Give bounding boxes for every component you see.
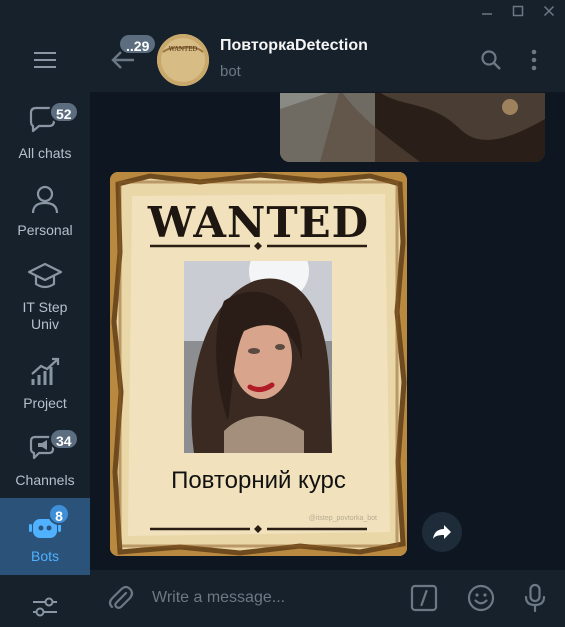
share-arrow-icon (433, 525, 451, 539)
poster-title: WANTED (147, 198, 370, 247)
sidebar-item-it-step-univ[interactable]: IT Step Univ (0, 249, 90, 335)
avatar-text: WANTED (169, 46, 198, 53)
unread-badge: 8 (48, 503, 70, 525)
unread-badge: ..29 (118, 33, 158, 55)
person-icon (31, 185, 59, 214)
previous-photo-message[interactable] (280, 93, 545, 162)
minimize-icon[interactable] (477, 4, 497, 22)
sidebar-item-label: Project (23, 395, 67, 411)
chat-header: ..29 WANTED ПовторкаDetection bot (90, 27, 565, 93)
message-list[interactable]: WANTED Повторний курс @itstep_povtorka_b… (90, 93, 565, 570)
hamburger-menu-icon[interactable] (0, 37, 90, 82)
window-titlebar (0, 0, 565, 27)
poster-caption: Повторний курс (171, 467, 346, 494)
chart-growth-icon (31, 357, 60, 385)
watermark-text: @itstep_povtorka_bot (308, 515, 377, 522)
chat-status: bot (220, 63, 241, 80)
emoji-icon[interactable] (466, 583, 496, 613)
sidebar-item-label: Personal (17, 222, 73, 238)
close-icon[interactable] (539, 4, 559, 22)
bot-commands-icon[interactable] (410, 584, 438, 612)
sidebar-item-personal[interactable]: Personal (0, 172, 90, 249)
avatar[interactable]: WANTED (157, 34, 209, 86)
sidebar-item-all-chats[interactable]: 52 All chats (0, 95, 90, 172)
more-vertical-icon[interactable] (528, 47, 540, 73)
maximize-icon[interactable] (508, 4, 528, 22)
sidebar-item-label: IT Step Univ (22, 299, 68, 332)
sidebar-item-label: Bots (30, 548, 59, 564)
sidebar-item-project[interactable]: Project (0, 345, 90, 422)
folder-settings-icon[interactable] (0, 587, 90, 627)
paperclip-icon[interactable] (106, 584, 134, 612)
unread-badge: 52 (49, 101, 79, 123)
sidebar-item-channels[interactable]: 34 Channels (0, 422, 90, 499)
folders-sidebar: 52 All chats Personal IT Step Univ Proje… (0, 27, 90, 626)
chat-title: ПовторкаDetection (220, 37, 368, 54)
sidebar-item-label: All chats (18, 145, 72, 161)
search-icon[interactable] (480, 49, 502, 71)
sidebar-item-label: Channels (15, 472, 75, 488)
wanted-poster-photo[interactable]: WANTED Повторний курс @itstep_povtorka_b… (110, 172, 407, 556)
unread-badge: 34 (49, 428, 79, 450)
portrait-image (184, 261, 332, 453)
sidebar-item-bots[interactable]: 8 Bots (0, 498, 90, 575)
graduation-cap-icon (27, 262, 63, 289)
message-input[interactable] (152, 586, 392, 610)
message-composer (90, 570, 565, 626)
microphone-icon[interactable] (522, 583, 548, 613)
forward-button[interactable] (422, 512, 462, 552)
